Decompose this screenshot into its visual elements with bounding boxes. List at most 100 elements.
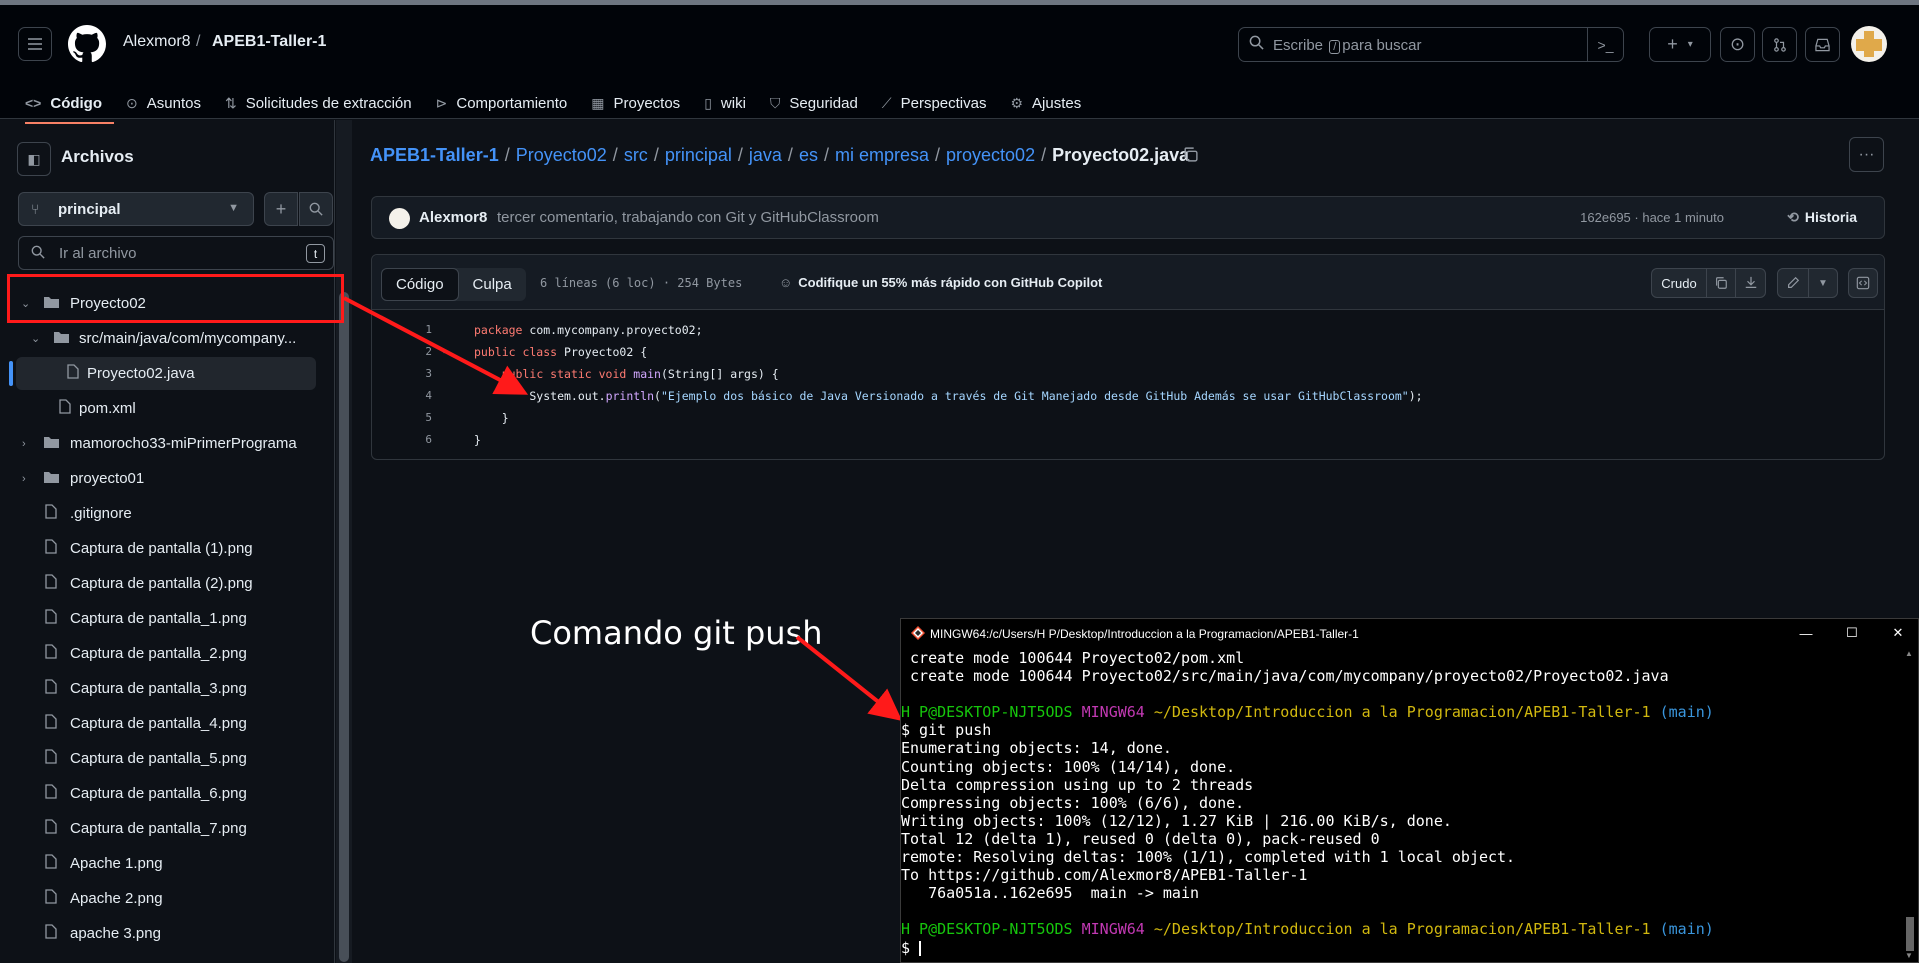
repo-owner-link[interactable]: Alexmor8 <box>123 33 191 51</box>
code-line: 4 System.out.println("Ejemplo dos básico… <box>372 385 1884 407</box>
download-button[interactable] <box>1735 268 1766 298</box>
tree-file-captura-_7[interactable]: Captura de pantalla_7.png <box>0 811 334 846</box>
tree-file-captura-_4[interactable]: Captura de pantalla_4.png <box>0 706 334 741</box>
minimize-button[interactable]: — <box>1786 622 1826 644</box>
tab-actions[interactable]: ⊳ Comportamiento <box>424 83 580 123</box>
tree-file-captura-_2[interactable]: Captura de pantalla_2.png <box>0 636 334 671</box>
terminal-scrollbar[interactable]: ▲ ▼ <box>1903 647 1917 962</box>
raw-button[interactable]: Crudo <box>1651 268 1707 298</box>
copilot-promo-link[interactable]: ☺ Codifique un 55% más rápido con GitHub … <box>779 275 1102 290</box>
commit-author[interactable]: Alexmor8 <box>419 209 487 226</box>
file-icon <box>45 749 57 768</box>
tree-folder-proyecto01[interactable]: › proyecto01 <box>0 461 334 496</box>
edit-options-dropdown[interactable]: ▼ <box>1808 268 1838 298</box>
search-files-button[interactable] <box>299 192 333 226</box>
terminal-output[interactable]: create mode 100644 Proyecto02/pom.xml cr… <box>901 649 1901 957</box>
tree-file-apache-1[interactable]: Apache 1.png <box>0 846 334 881</box>
tree-file-pom-xml[interactable]: pom.xml <box>0 391 334 426</box>
tree-folder-mamorocho33[interactable]: › mamorocho33-miPrimerPrograma <box>0 426 334 461</box>
code-view-button[interactable]: Código <box>381 268 459 301</box>
terminal-line: Enumerating objects: 14, done. <box>901 739 1901 757</box>
scroll-down-icon: ▼ <box>1905 951 1913 960</box>
tree-file-captura-1[interactable]: Captura de pantalla (1).png <box>0 531 334 566</box>
tree-file-gitignore[interactable]: .gitignore <box>0 496 334 531</box>
tab-projects[interactable]: ▦ Proyectos <box>579 83 692 123</box>
tree-file-captura-_1[interactable]: Captura de pantalla_1.png <box>0 601 334 636</box>
tab-wiki[interactable]: ▯ wiki <box>692 83 758 123</box>
pull-requests-button[interactable] <box>1762 27 1797 62</box>
breadcrumb-java[interactable]: java <box>749 145 782 165</box>
fold-chevron-icon[interactable]: ⌄ <box>441 344 447 355</box>
tree-file-captura-_6[interactable]: Captura de pantalla_6.png <box>0 776 334 811</box>
copy-path-button[interactable] <box>1182 146 1199 168</box>
terminal-text: remote: Resolving deltas: 100% (1/1), co… <box>901 848 1516 867</box>
tree-file-apache-3[interactable]: apache 3.png <box>0 916 334 951</box>
breadcrumb-proyecto02-pkg[interactable]: proyecto02 <box>946 145 1035 165</box>
tab-insights[interactable]: ⟋ Perspectivas <box>870 83 999 123</box>
breadcrumb-mi-empresa[interactable]: mi empresa <box>835 145 929 165</box>
tree-file-proyecto02-java[interactable]: Proyecto02.java <box>0 356 334 391</box>
branch-selector[interactable]: ⑂ principal ▼ <box>18 192 254 226</box>
more-options-button[interactable]: ··· <box>1849 137 1884 172</box>
tab-security[interactable]: ⛉ Seguridad <box>758 83 870 123</box>
tab-issues[interactable]: ⊙ Asuntos <box>114 83 213 123</box>
code-line: 3 public static void main(String[] args)… <box>372 363 1884 385</box>
collapse-sidebar-button[interactable]: ◧ <box>17 142 51 176</box>
terminal-text: (main) <box>1659 703 1714 722</box>
line-number[interactable]: 1 <box>392 323 432 336</box>
code-line: 1 package com.mycompany.proyecto02; <box>372 319 1884 341</box>
line-number[interactable]: 2 <box>392 345 432 358</box>
repo-name-link[interactable]: APEB1-Taller-1 <box>212 33 326 51</box>
github-logo-icon[interactable] <box>68 25 106 63</box>
symbols-panel-button[interactable] <box>1848 268 1878 298</box>
breadcrumb-principal[interactable]: principal <box>665 145 732 165</box>
breadcrumb-src[interactable]: src <box>624 145 648 165</box>
terminal-text: H P@DESKTOP-NJT5ODS <box>901 920 1082 939</box>
tree-folder-src-path[interactable]: ⌄ src/main/java/com/mycompany... <box>0 321 334 356</box>
book-icon: ▯ <box>704 94 712 111</box>
blame-view-button[interactable]: Culpa <box>459 268 526 301</box>
tree-item-label: apache 3.png <box>70 925 161 942</box>
tree-file-captura-2[interactable]: Captura de pantalla (2).png <box>0 566 334 601</box>
sidebar-scrollbar[interactable] <box>336 120 352 963</box>
history-button[interactable]: ⟲ Historia <box>1787 209 1857 226</box>
latest-commit-bar: Alexmor8 tercer comentario, trabajando c… <box>371 196 1885 239</box>
line-number[interactable]: 5 <box>392 411 432 424</box>
commit-message[interactable]: tercer comentario, trabajando con Git y … <box>497 209 879 226</box>
file-icon <box>45 819 57 838</box>
commit-hash-time[interactable]: 162e695 · hace 1 minuto <box>1580 210 1724 225</box>
tree-file-captura-_3[interactable]: Captura de pantalla_3.png <box>0 671 334 706</box>
breadcrumb-repo[interactable]: APEB1-Taller-1 <box>370 145 499 165</box>
go-to-file-input[interactable]: Ir al archivo t <box>18 236 334 270</box>
scrollbar-thumb[interactable] <box>339 292 349 962</box>
global-search-input[interactable]: Escribe / para buscar >_ <box>1238 27 1624 62</box>
inbox-button[interactable] <box>1805 27 1840 62</box>
close-button[interactable]: ✕ <box>1878 622 1918 644</box>
tree-file-captura-_5[interactable]: Captura de pantalla_5.png <box>0 741 334 776</box>
tab-settings[interactable]: ⚙ Ajustes <box>998 83 1093 123</box>
line-number[interactable]: 3 <box>392 367 432 380</box>
edit-file-button[interactable] <box>1777 268 1809 298</box>
line-number[interactable]: 6 <box>392 433 432 446</box>
caret-down-icon: ▾ <box>1687 39 1693 50</box>
create-new-button[interactable]: + ▾ <box>1649 27 1711 62</box>
line-number[interactable]: 4 <box>392 389 432 402</box>
code-token: ( <box>654 389 661 403</box>
sidebar-collapse-icon: ◧ <box>27 150 41 167</box>
play-circle-icon: ⊳ <box>435 94 448 111</box>
hamburger-menu-button[interactable] <box>18 27 52 61</box>
terminal-scrollbar-thumb[interactable] <box>1906 917 1914 951</box>
tab-code[interactable]: <> Código <box>13 83 115 124</box>
issues-button[interactable]: ⊙ <box>1720 27 1755 62</box>
command-palette-button[interactable]: >_ <box>1587 27 1623 62</box>
user-avatar[interactable] <box>1851 26 1887 62</box>
tree-file-apache-2[interactable]: Apache 2.png <box>0 881 334 916</box>
tab-pull-requests[interactable]: ⇅ Solicitudes de extracción <box>213 83 424 123</box>
commit-author-avatar[interactable] <box>389 208 410 229</box>
breadcrumb-proyecto02[interactable]: Proyecto02 <box>516 145 607 165</box>
maximize-button[interactable]: ☐ <box>1832 622 1872 644</box>
add-file-button[interactable]: + <box>264 192 298 226</box>
copy-raw-button[interactable] <box>1706 268 1736 298</box>
breadcrumb-es[interactable]: es <box>799 145 818 165</box>
